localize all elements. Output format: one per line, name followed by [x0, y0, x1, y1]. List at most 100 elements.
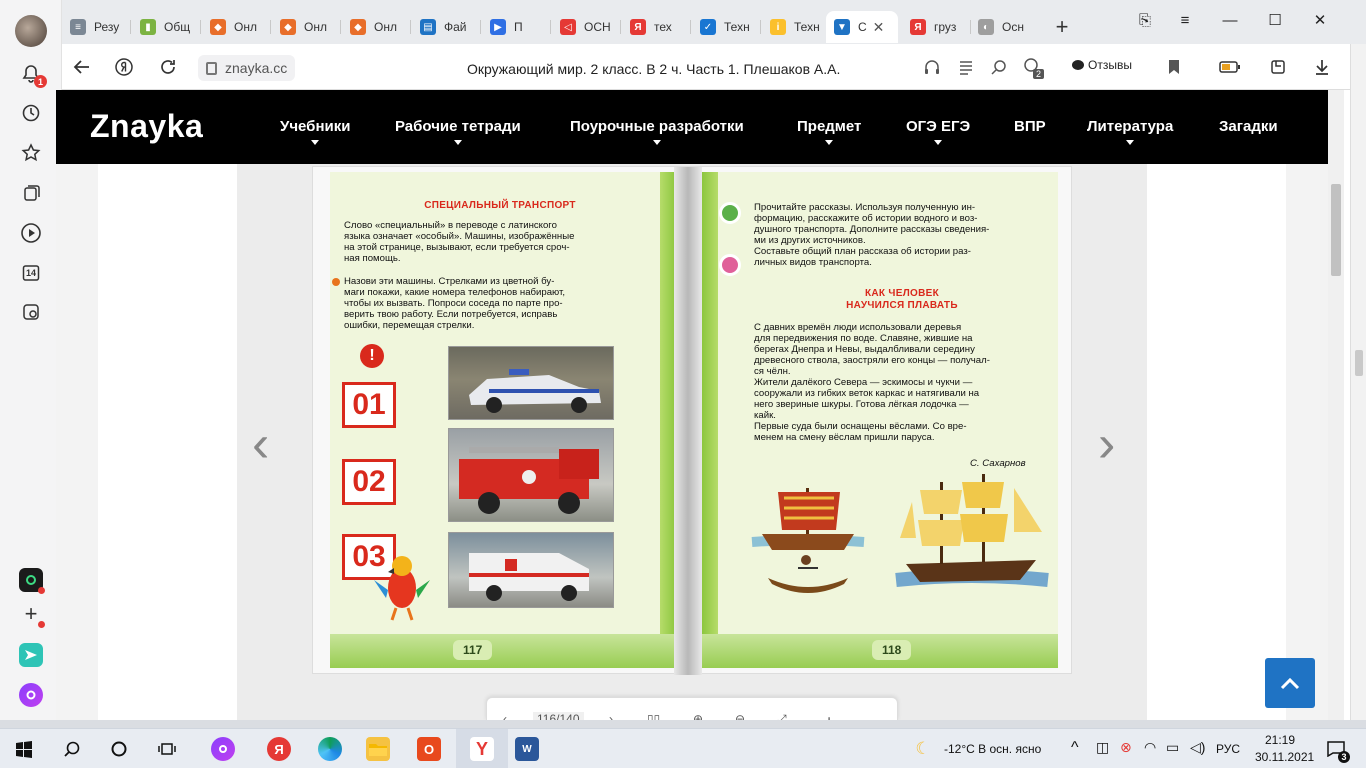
- menu-icon[interactable]: ≡: [1170, 8, 1200, 32]
- prev-page-arrow[interactable]: ‹: [252, 414, 269, 474]
- battery-icon[interactable]: ▭: [1166, 739, 1179, 756]
- browser-tab[interactable]: ▤ Фай: [412, 11, 478, 43]
- tab-label: Техн: [724, 20, 750, 34]
- browser-tab[interactable]: Ятех: [622, 11, 688, 43]
- close-window-button[interactable]: ✕: [1305, 8, 1335, 32]
- add-panel-icon[interactable]: +: [19, 601, 45, 628]
- browser-tab[interactable]: Ягруз: [902, 11, 966, 43]
- menu-item[interactable]: Поурочные разработки: [570, 118, 744, 145]
- download-icon[interactable]: ⭳: [827, 712, 831, 720]
- battery-saver-icon[interactable]: [1218, 55, 1242, 79]
- collections-icon[interactable]: [19, 181, 43, 205]
- browser-tab[interactable]: ▶ П: [482, 11, 548, 43]
- site-logo[interactable]: Znayka: [90, 108, 372, 210]
- notification-center-icon[interactable]: 3: [1324, 737, 1350, 763]
- scrollbar-thumb[interactable]: [1355, 350, 1363, 376]
- maximize-button[interactable]: ☐: [1260, 8, 1290, 32]
- page-scrollbar[interactable]: [1328, 90, 1344, 720]
- url-field[interactable]: znayka.cc: [198, 55, 296, 81]
- alice-assistant-icon[interactable]: [19, 683, 43, 707]
- browser-tab[interactable]: i Техн: [762, 11, 822, 43]
- yandex-browser-taskbar-icon[interactable]: Y: [470, 737, 494, 761]
- menu-item[interactable]: Литература: [1087, 118, 1173, 145]
- calendar-icon[interactable]: 14: [19, 261, 43, 285]
- left-page-number: 117: [453, 640, 493, 660]
- scroll-to-top-button[interactable]: [1265, 658, 1315, 708]
- next-page-arrow[interactable]: ›: [1098, 414, 1115, 474]
- reader-mode-icon[interactable]: [954, 55, 978, 79]
- browser-tab[interactable]: ▼ С ✕: [826, 11, 898, 43]
- browser-tab[interactable]: ◆ Онл: [272, 11, 338, 43]
- browser-tab[interactable]: ◆ Онл: [202, 11, 268, 43]
- profile-avatar[interactable]: [15, 15, 47, 47]
- reviews-button[interactable]: Отзывы: [1072, 58, 1132, 72]
- headphones-icon[interactable]: [920, 55, 944, 79]
- menu-item[interactable]: Рабочие тетради: [395, 118, 521, 145]
- right-page: Прочитайте рассказы. Используя полученну…: [702, 172, 1058, 668]
- tab-label: Онл: [374, 20, 397, 34]
- scrollbar-thumb[interactable]: [1331, 184, 1341, 276]
- word-icon[interactable]: W: [515, 737, 539, 761]
- viking-ship-illustration: [751, 488, 865, 593]
- tab-favicon-icon: ▶: [490, 19, 506, 35]
- menu-item[interactable]: Предмет: [797, 118, 861, 145]
- alice-camera-icon[interactable]: [19, 568, 45, 594]
- clock-date[interactable]: 30.11.2021: [1255, 750, 1314, 764]
- browser-tab[interactable]: ◐ Осн: [970, 11, 1034, 43]
- bookmark-icon[interactable]: [1162, 55, 1186, 79]
- edge-icon[interactable]: [318, 737, 342, 761]
- next-icon[interactable]: ›: [609, 712, 613, 720]
- messenger-icon[interactable]: [19, 643, 43, 667]
- protect-icon[interactable]: 2: [1020, 55, 1044, 79]
- reload-button[interactable]: [156, 55, 180, 79]
- menu-item[interactable]: ОГЭ ЕГЭ: [906, 118, 970, 145]
- close-tab-icon[interactable]: ✕: [873, 19, 885, 36]
- bookmark-tab-icon[interactable]: ⎘: [1130, 8, 1160, 32]
- weather-text[interactable]: -12°C В осн. ясно: [944, 742, 1041, 756]
- yandex-taskbar-icon[interactable]: Я: [267, 737, 291, 761]
- office-icon[interactable]: O: [417, 737, 441, 761]
- windows-start-icon[interactable]: [12, 737, 36, 761]
- star-icon[interactable]: [19, 141, 43, 165]
- search-icon[interactable]: [60, 737, 84, 761]
- browser-side-scrollbar[interactable]: [1350, 44, 1366, 720]
- volume-icon[interactable]: ◁): [1190, 739, 1205, 756]
- file-explorer-icon[interactable]: [366, 737, 390, 761]
- spread-icon[interactable]: ▯▯: [647, 712, 660, 720]
- browser-tab[interactable]: ◆ Онл: [342, 11, 408, 43]
- zoom-out-icon[interactable]: ⊖: [735, 712, 745, 720]
- tray-chevron-up-icon[interactable]: ^: [1071, 739, 1079, 757]
- back-button[interactable]: [70, 55, 94, 79]
- browser-tab[interactable]: ✓ Техн: [692, 11, 758, 43]
- tab-favicon-icon: ◆: [210, 19, 226, 35]
- prev-icon[interactable]: ‹: [503, 712, 507, 720]
- cortana-icon[interactable]: [107, 737, 131, 761]
- tray-antivirus-icon[interactable]: ⊗: [1120, 739, 1132, 756]
- video-play-icon[interactable]: [19, 221, 43, 245]
- wifi-icon[interactable]: ◠: [1144, 739, 1156, 756]
- tray-meet-icon[interactable]: ◫: [1096, 739, 1109, 756]
- menu-item[interactable]: Учебники: [280, 118, 350, 145]
- history-icon[interactable]: [19, 101, 43, 125]
- page-indicator[interactable]: 116/140: [533, 712, 584, 720]
- clock-time[interactable]: 21:19: [1265, 733, 1295, 747]
- fullscreen-icon[interactable]: ⤢: [777, 712, 787, 720]
- zoom-icon[interactable]: [987, 55, 1011, 79]
- menu-item[interactable]: Загадки: [1219, 118, 1278, 135]
- screenshot-icon[interactable]: [19, 300, 43, 324]
- menu-item[interactable]: ВПР: [1014, 118, 1046, 135]
- browser-tab[interactable]: ▮ Общ: [132, 11, 198, 43]
- extensions-icon[interactable]: [1266, 55, 1290, 79]
- new-tab-button[interactable]: +: [1050, 14, 1074, 39]
- language-indicator[interactable]: РУС: [1216, 742, 1240, 756]
- browser-tab[interactable]: ≡ Резу: [62, 11, 128, 43]
- minimize-button[interactable]: —: [1215, 8, 1245, 32]
- lock-icon: [206, 61, 217, 75]
- task-view-icon[interactable]: [155, 737, 179, 761]
- yandex-icon[interactable]: [112, 55, 136, 79]
- alice-taskbar-icon[interactable]: [211, 737, 235, 761]
- download-icon[interactable]: [1310, 55, 1334, 79]
- zoom-in-icon[interactable]: ⊕: [693, 712, 703, 720]
- bell-icon[interactable]: 1: [19, 62, 47, 88]
- browser-tab[interactable]: ◁ ОСН: [552, 11, 618, 43]
